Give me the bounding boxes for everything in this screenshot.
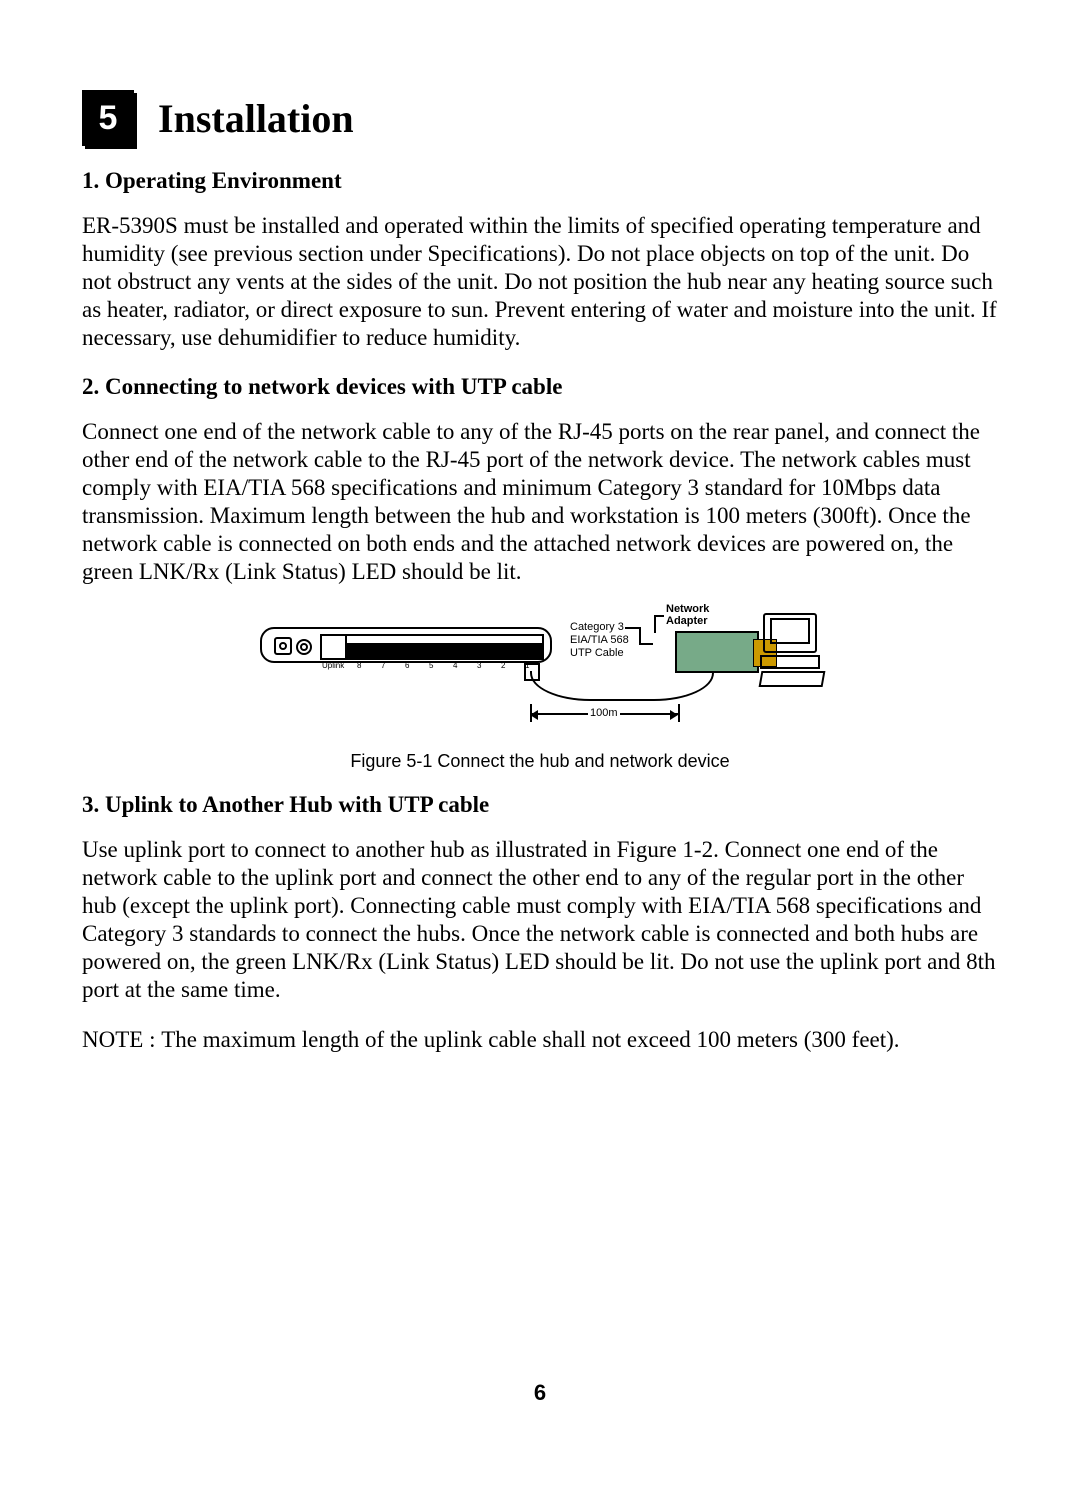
callout-line [639,627,641,643]
callout-line [625,627,639,629]
hub-port-label-2: 2 [501,662,505,671]
figure-5-1-caption: Figure 5-1 Connect the hub and network d… [350,751,729,772]
callout-line [654,615,656,633]
section-1-body: ER-5390S must be installed and operated … [82,212,998,352]
chapter-number-badge: 5 [82,90,134,146]
chapter-title: Installation [158,95,354,142]
distance-label: 100m [590,707,618,719]
hub-port-label-4: 4 [453,662,457,671]
note-body: The maximum length of the uplink cable s… [161,1026,899,1054]
note-label: NOTE : [82,1026,161,1054]
network-adapter-icon [675,631,759,673]
hub-port-label-7: 7 [381,662,385,671]
cable-spec-label-2: EIA/TIA 568 [570,634,629,646]
computer-icon [760,613,820,681]
cable-spec-label-3: UTP Cable [570,647,624,659]
network-adapter-label-1: Network [666,603,709,615]
callout-line [639,643,653,645]
measure-arrow [620,713,678,715]
hub-port-label-5: 5 [429,662,433,671]
figure-5-1-diagram: Uplink 8 7 6 5 4 3 2 1 Category 3 EIA/TI… [260,609,820,739]
utp-cable-icon [530,671,714,701]
section-2-title: 2. Connecting to network devices with UT… [82,374,998,400]
hub-port-label-6: 6 [405,662,409,671]
hub-port-label-uplink: Uplink [322,662,344,671]
section-2-body: Connect one end of the network cable to … [82,418,998,586]
hub-port-label-8: 8 [357,662,361,671]
section-1-title: 1. Operating Environment [82,168,998,194]
measure-arrow [530,713,588,715]
measure-bar [678,704,680,722]
section-3-body: Use uplink port to connect to another hu… [82,836,998,1004]
note-block: NOTE : The maximum length of the uplink … [82,1026,998,1054]
section-3-title: 3. Uplink to Another Hub with UTP cable [82,792,998,818]
chapter-header: 5 Installation [82,90,998,146]
network-adapter-label-2: Adapter [666,615,708,627]
cable-spec-label-1: Category 3 [570,621,624,633]
figure-5-1: Uplink 8 7 6 5 4 3 2 1 Category 3 EIA/TI… [82,609,998,772]
hub-icon [260,627,552,663]
page-number: 6 [0,1380,1080,1406]
hub-port-label-3: 3 [477,662,481,671]
